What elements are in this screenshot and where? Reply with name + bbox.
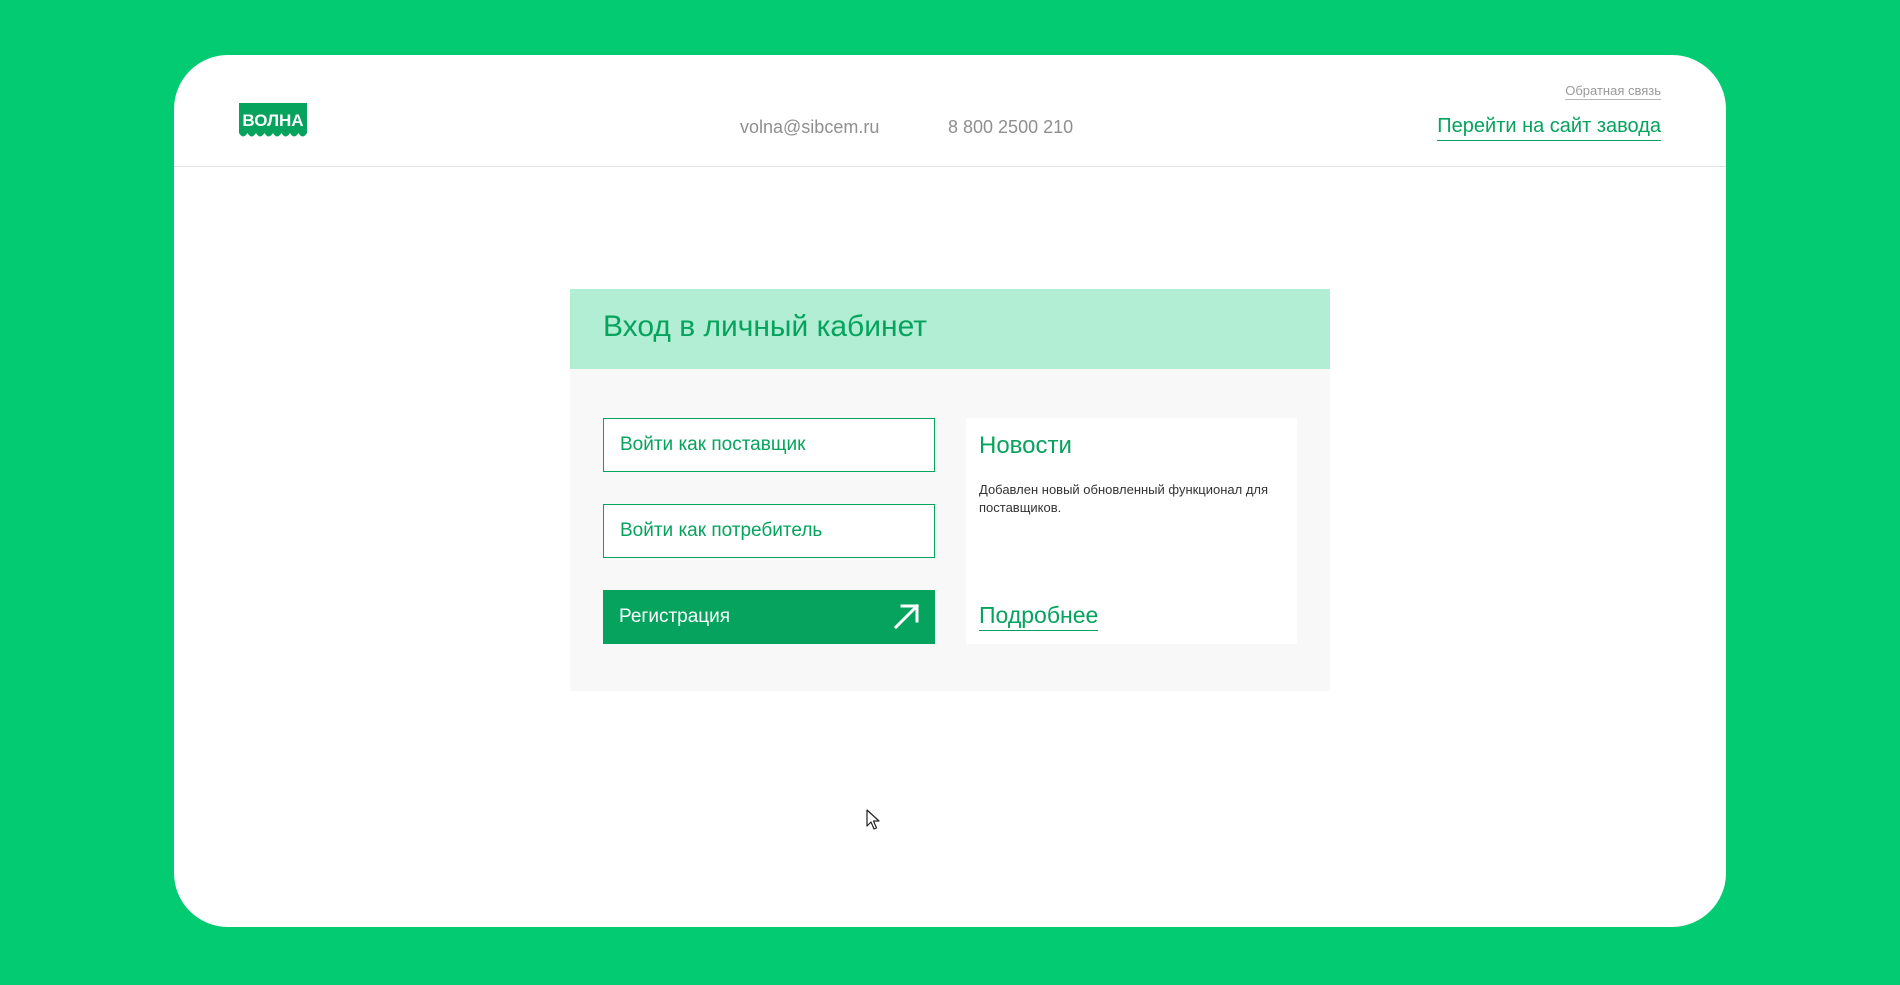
- register-button[interactable]: Регистрация: [603, 590, 935, 644]
- news-more-link[interactable]: Подробнее: [979, 602, 1099, 631]
- news-title: Новости: [979, 432, 1072, 459]
- login-title: Вход в личный кабинет: [603, 310, 927, 343]
- site-header: ВОЛНА volna@sibcem.ru 8 800 2500 210 Обр…: [174, 55, 1726, 167]
- volna-logo[interactable]: ВОЛНА: [239, 103, 307, 141]
- login-card-header: Вход в личный кабинет: [570, 289, 1330, 369]
- contact-email[interactable]: volna@sibcem.ru: [740, 117, 879, 138]
- factory-site-link[interactable]: Перейти на сайт завода: [1437, 115, 1661, 141]
- login-consumer-label: Войти как потребитель: [620, 520, 823, 541]
- login-supplier-button[interactable]: Войти как поставщик: [603, 418, 935, 472]
- login-card-body: Войти как поставщик Войти как потребител…: [570, 369, 1330, 691]
- feedback-link[interactable]: Обратная связь: [1565, 83, 1661, 100]
- contact-phone[interactable]: 8 800 2500 210: [948, 117, 1073, 138]
- mouse-cursor-icon: [866, 809, 880, 830]
- login-consumer-button[interactable]: Войти как потребитель: [603, 504, 935, 558]
- news-text: Добавлен новый обновленный функционал дл…: [979, 482, 1269, 515]
- svg-text:ВОЛНА: ВОЛНА: [242, 111, 303, 130]
- arrow-up-right-icon: [893, 603, 920, 630]
- register-label: Регистрация: [619, 606, 731, 627]
- volna-logo-icon: ВОЛНА: [239, 103, 307, 137]
- login-supplier-label: Войти как поставщик: [620, 434, 806, 455]
- news-panel: Новости Добавлен новый обновленный функц…: [966, 418, 1297, 644]
- page-frame: ВОЛНА volna@sibcem.ru 8 800 2500 210 Обр…: [174, 55, 1726, 927]
